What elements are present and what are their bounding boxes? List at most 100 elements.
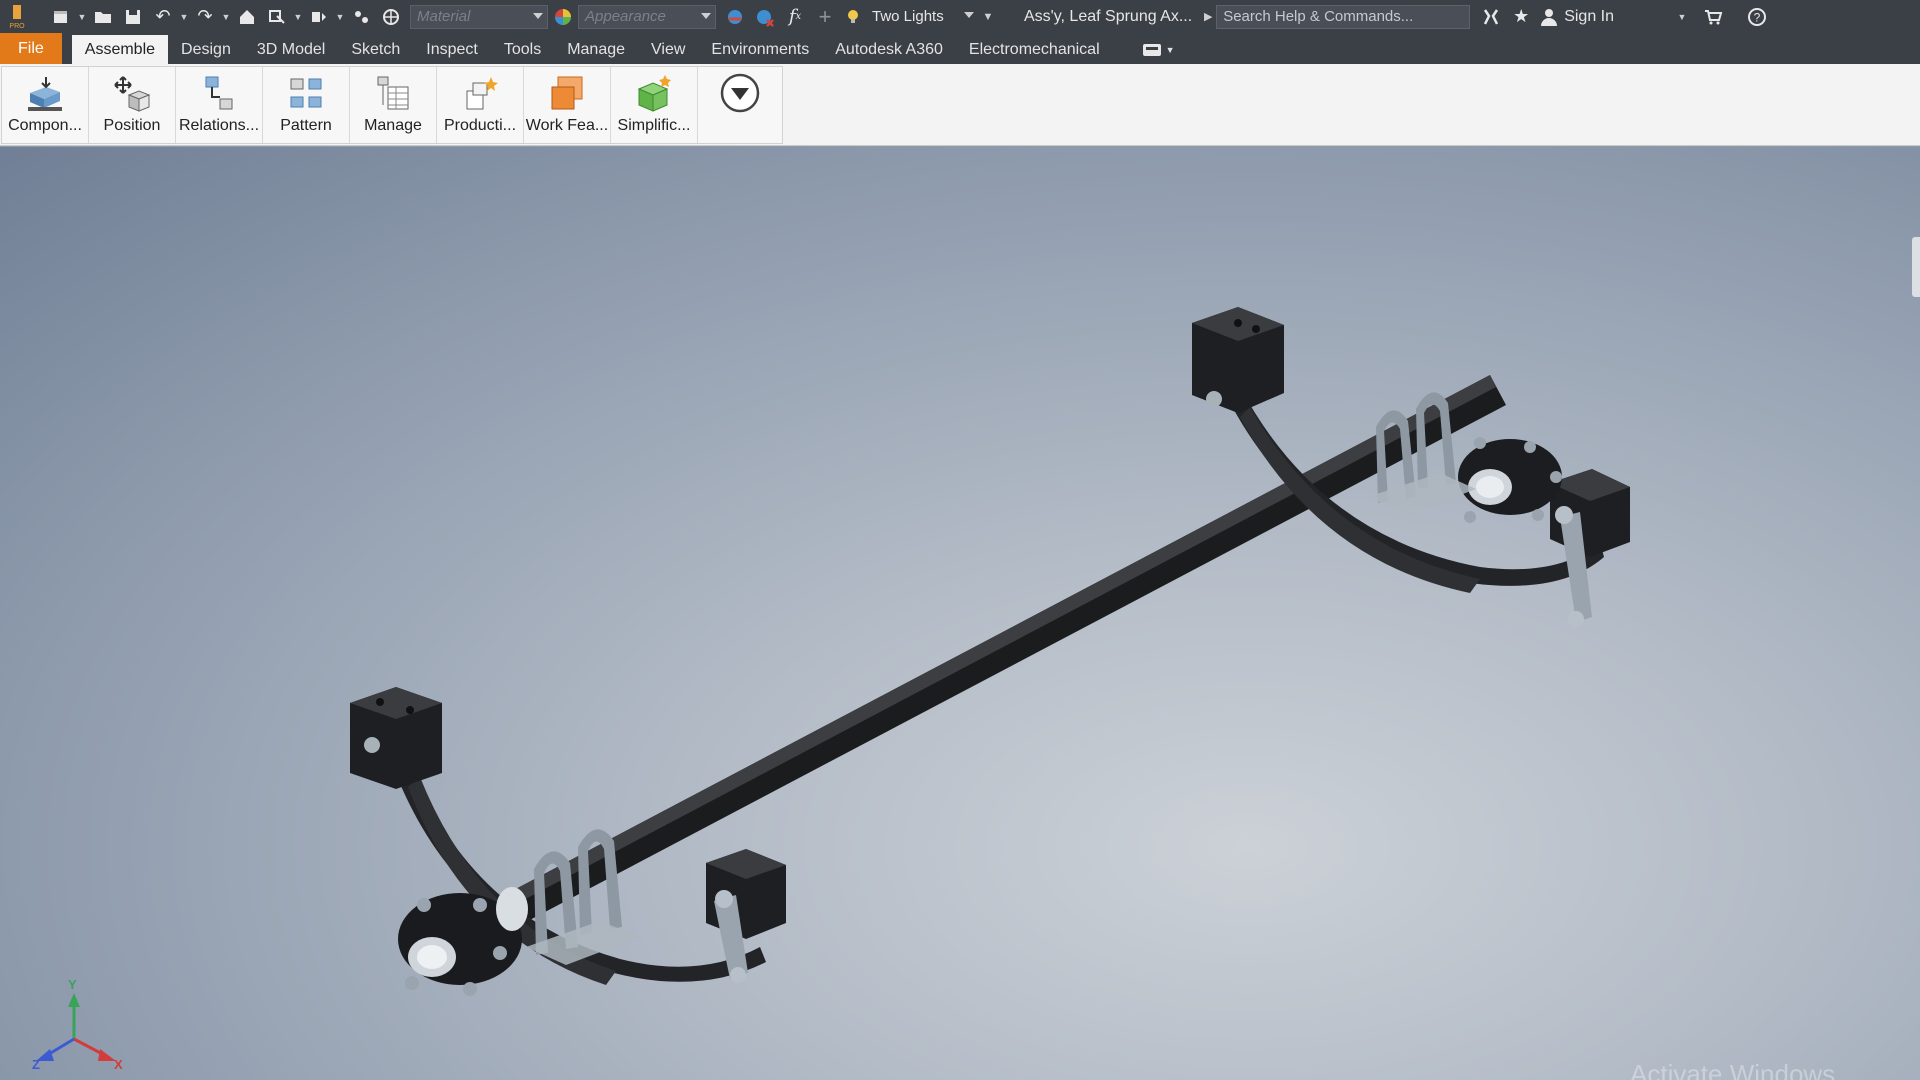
- inventor-logo-icon[interactable]: PRO: [0, 0, 34, 33]
- chevron-down-icon: [701, 12, 711, 19]
- sign-in-button[interactable]: Sign In: [1540, 8, 1614, 26]
- customize-qat-icon[interactable]: ▼: [978, 0, 998, 33]
- hanger-bracket-left-front[interactable]: [350, 687, 442, 789]
- appearance-placeholder: Appearance: [585, 8, 666, 25]
- ribbon-panel-assemble: Compon... Position Relations... Pattern: [1, 66, 783, 144]
- axle-tube[interactable]: [510, 375, 1506, 922]
- chevron-down-icon: ▼: [1165, 44, 1175, 55]
- tab-file[interactable]: File: [0, 33, 62, 64]
- activation-watermark: Activate Windows: [1630, 1059, 1836, 1080]
- hanger-bracket-right-front[interactable]: [1192, 307, 1284, 413]
- binoculars-icon[interactable]: [1476, 0, 1506, 33]
- document-title: Ass'y, Leaf Sprung Ax...: [1024, 7, 1193, 25]
- redo-dropdown-icon[interactable]: ▼: [220, 0, 232, 33]
- move-position-icon: [114, 76, 151, 112]
- chevron-down-circle-icon: [720, 73, 760, 113]
- redo-icon[interactable]: ↷: [190, 0, 220, 33]
- update-icon[interactable]: [304, 0, 334, 33]
- chevron-right-icon[interactable]: ▶: [1200, 0, 1216, 33]
- simplification-label: Simplific...: [617, 117, 691, 134]
- hanger-bracket-right-rear[interactable]: [1550, 469, 1630, 627]
- sign-in-label: Sign In: [1564, 7, 1614, 25]
- manage-label: Manage: [364, 117, 422, 134]
- fx-parameters-icon[interactable]: fx: [780, 0, 810, 33]
- chevron-down-icon: [533, 12, 543, 19]
- tab-3d-model[interactable]: 3D Model: [244, 35, 338, 64]
- work-plane-icon: [551, 76, 583, 110]
- adjust-appearance-icon[interactable]: [720, 0, 750, 33]
- help-icon[interactable]: ?: [1742, 0, 1772, 33]
- home-icon[interactable]: [232, 0, 262, 33]
- productivity-icon: [466, 77, 498, 110]
- wheel-hub-right[interactable]: [1458, 437, 1562, 523]
- material-combobox[interactable]: Material: [410, 4, 548, 29]
- ribbon-display-icon: [1142, 43, 1161, 56]
- tab-view[interactable]: View: [638, 35, 698, 64]
- user-icon: [1541, 8, 1558, 26]
- open-folder-icon[interactable]: [88, 0, 118, 33]
- sign-in-dropdown-icon[interactable]: ▼: [1676, 0, 1688, 33]
- lighting-style-combobox[interactable]: Two Lights: [870, 5, 978, 29]
- ribbon-display-toggle[interactable]: ▼: [1142, 35, 1175, 64]
- ribbon-tab-bar: File Assemble Design 3D Model Sketch Ins…: [0, 33, 1920, 64]
- cart-icon[interactable]: [1698, 0, 1728, 33]
- position-label: Position: [103, 117, 161, 134]
- new-file-dropdown-icon[interactable]: ▼: [76, 0, 88, 33]
- search-help-input[interactable]: Search Help & Commands...: [1216, 4, 1471, 29]
- globe-icon[interactable]: [376, 0, 406, 33]
- tab-assemble[interactable]: Assemble: [71, 35, 169, 64]
- navigation-bar-handle[interactable]: [1912, 237, 1920, 297]
- tab-environments[interactable]: Environments: [698, 35, 822, 64]
- relationships-button[interactable]: Relations...: [176, 67, 263, 143]
- wheel-hub-left[interactable]: [398, 887, 528, 996]
- select-icon[interactable]: [262, 0, 292, 33]
- new-file-icon[interactable]: [46, 0, 76, 33]
- search-help-placeholder: Search Help & Commands...: [1223, 8, 1414, 25]
- material-placeholder: Material: [417, 8, 471, 25]
- graphics-viewport[interactable]: Y X Z Activate Windows: [0, 147, 1920, 1080]
- z-axis-label: Z: [32, 1057, 40, 1072]
- y-axis-label: Y: [68, 977, 77, 992]
- bill-of-materials-icon: [377, 76, 409, 110]
- favorites-star-icon[interactable]: ★: [1506, 0, 1536, 33]
- productivity-button[interactable]: Producti...: [437, 67, 524, 143]
- tab-manage[interactable]: Manage: [554, 35, 638, 64]
- constraint-relationships-icon: [205, 76, 233, 110]
- work-features-label: Work Fea...: [525, 117, 609, 134]
- undo-dropdown-icon[interactable]: ▼: [178, 0, 190, 33]
- lighting-icon[interactable]: [840, 0, 870, 33]
- place-component-icon: [28, 77, 62, 111]
- tab-autodesk-a360[interactable]: Autodesk A360: [822, 35, 956, 64]
- undo-icon[interactable]: ↶: [148, 0, 178, 33]
- lighting-style-value: Two Lights: [872, 8, 944, 25]
- simplification-button[interactable]: Simplific...: [611, 67, 698, 143]
- logo-label: PRO: [9, 23, 25, 30]
- x-axis-label: X: [114, 1057, 123, 1072]
- tab-design[interactable]: Design: [168, 35, 244, 64]
- plus-icon[interactable]: +: [810, 0, 840, 33]
- update-dropdown-icon[interactable]: ▼: [334, 0, 346, 33]
- ribbon-overflow-button[interactable]: [698, 67, 782, 143]
- productivity-label: Producti...: [443, 117, 517, 134]
- position-button[interactable]: Position: [89, 67, 176, 143]
- tab-sketch[interactable]: Sketch: [338, 35, 413, 64]
- ribbon: Compon... Position Relations... Pattern: [0, 64, 1920, 146]
- component-button[interactable]: Compon...: [2, 67, 89, 143]
- select-dropdown-icon[interactable]: ▼: [292, 0, 304, 33]
- tab-electromechanical[interactable]: Electromechanical: [956, 35, 1113, 64]
- tab-inspect[interactable]: Inspect: [413, 35, 491, 64]
- relationships-label: Relations...: [178, 117, 260, 134]
- quick-access-toolbar: PRO ▼ ↶ ▼ ↷ ▼ ▼ ▼ Material Appearance fx…: [0, 0, 1920, 33]
- appearance-sphere-icon[interactable]: [548, 0, 578, 33]
- leaf-sprung-axle-assembly[interactable]: [0, 147, 1920, 1080]
- clear-appearance-icon[interactable]: [750, 0, 780, 33]
- pattern-button[interactable]: Pattern: [263, 67, 350, 143]
- svg-text:?: ?: [1754, 10, 1761, 24]
- save-icon[interactable]: [118, 0, 148, 33]
- manage-button[interactable]: Manage: [350, 67, 437, 143]
- measure-icon[interactable]: [346, 0, 376, 33]
- component-label: Compon...: [8, 117, 82, 134]
- appearance-combobox[interactable]: Appearance: [578, 4, 716, 29]
- work-features-button[interactable]: Work Fea...: [524, 67, 611, 143]
- tab-tools[interactable]: Tools: [491, 35, 554, 64]
